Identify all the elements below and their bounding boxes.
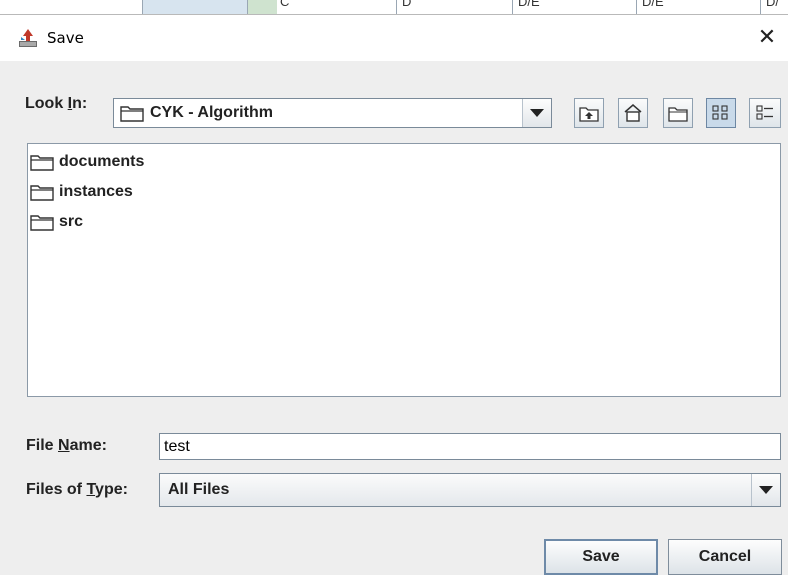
- up-one-level-button[interactable]: [574, 98, 604, 128]
- look-in-value: CYK - Algorithm: [120, 99, 273, 127]
- look-in-value-text: CYK - Algorithm: [150, 104, 273, 121]
- file-type-label: Files of Type:: [26, 481, 128, 498]
- look-in-combo[interactable]: CYK - Algorithm: [113, 98, 552, 128]
- new-folder-icon: [668, 107, 688, 122]
- details-view-icon: [756, 105, 773, 120]
- file-name-label: File Name:: [26, 437, 107, 454]
- new-folder-button[interactable]: [663, 98, 693, 128]
- mnemonic-letter: I: [67, 95, 73, 112]
- file-item-documents[interactable]: documents: [30, 148, 144, 176]
- bg-cell-label: D/: [766, 0, 779, 9]
- list-view-icon: [712, 105, 728, 120]
- file-item-src[interactable]: src: [30, 208, 83, 236]
- look-in-label: Look In:: [25, 95, 87, 113]
- list-view-toggle[interactable]: [706, 98, 736, 128]
- file-item-instances[interactable]: instances: [30, 178, 133, 206]
- close-button[interactable]: ✕: [754, 25, 780, 51]
- details-view-toggle[interactable]: [749, 98, 781, 128]
- background-app-strip: C D D/E D/E D/: [0, 0, 788, 14]
- file-item-label: instances: [59, 183, 133, 200]
- bg-cell-label: D/E: [642, 0, 664, 9]
- save-dialog: Save ✕ Look In: CYK - Algorithm document…: [0, 14, 788, 575]
- java-app-icon: [17, 27, 39, 49]
- chevron-down-icon: [759, 486, 773, 494]
- mnemonic-letter: N: [58, 437, 70, 454]
- folder-icon: [30, 185, 54, 201]
- file-item-label: src: [59, 213, 84, 230]
- file-item-label: documents: [59, 153, 145, 170]
- window-title: Save: [47, 29, 84, 47]
- up-folder-icon: [579, 107, 599, 122]
- folder-icon: [30, 155, 54, 171]
- chevron-down-icon: [530, 109, 544, 117]
- file-name-input[interactable]: [159, 433, 781, 460]
- bg-cell-label: D/E: [518, 0, 540, 9]
- file-type-dropdown-button[interactable]: [751, 474, 780, 506]
- cancel-button[interactable]: Cancel: [668, 539, 782, 575]
- home-icon: [624, 104, 642, 122]
- folder-icon: [120, 106, 144, 122]
- folder-icon: [30, 215, 54, 231]
- file-type-combo[interactable]: All Files: [159, 473, 781, 507]
- home-button[interactable]: [618, 98, 648, 128]
- save-button[interactable]: Save: [544, 539, 658, 575]
- look-in-dropdown-button[interactable]: [522, 99, 551, 127]
- bg-cell-label: D: [402, 0, 412, 9]
- look-in-label-text: Look In:: [25, 95, 88, 112]
- bg-cell-label: C: [280, 0, 290, 9]
- mnemonic-letter: T: [86, 481, 96, 498]
- title-bar[interactable]: Save ✕: [0, 15, 788, 61]
- file-type-value: All Files: [168, 481, 230, 498]
- file-list[interactable]: documents instances src: [27, 143, 781, 397]
